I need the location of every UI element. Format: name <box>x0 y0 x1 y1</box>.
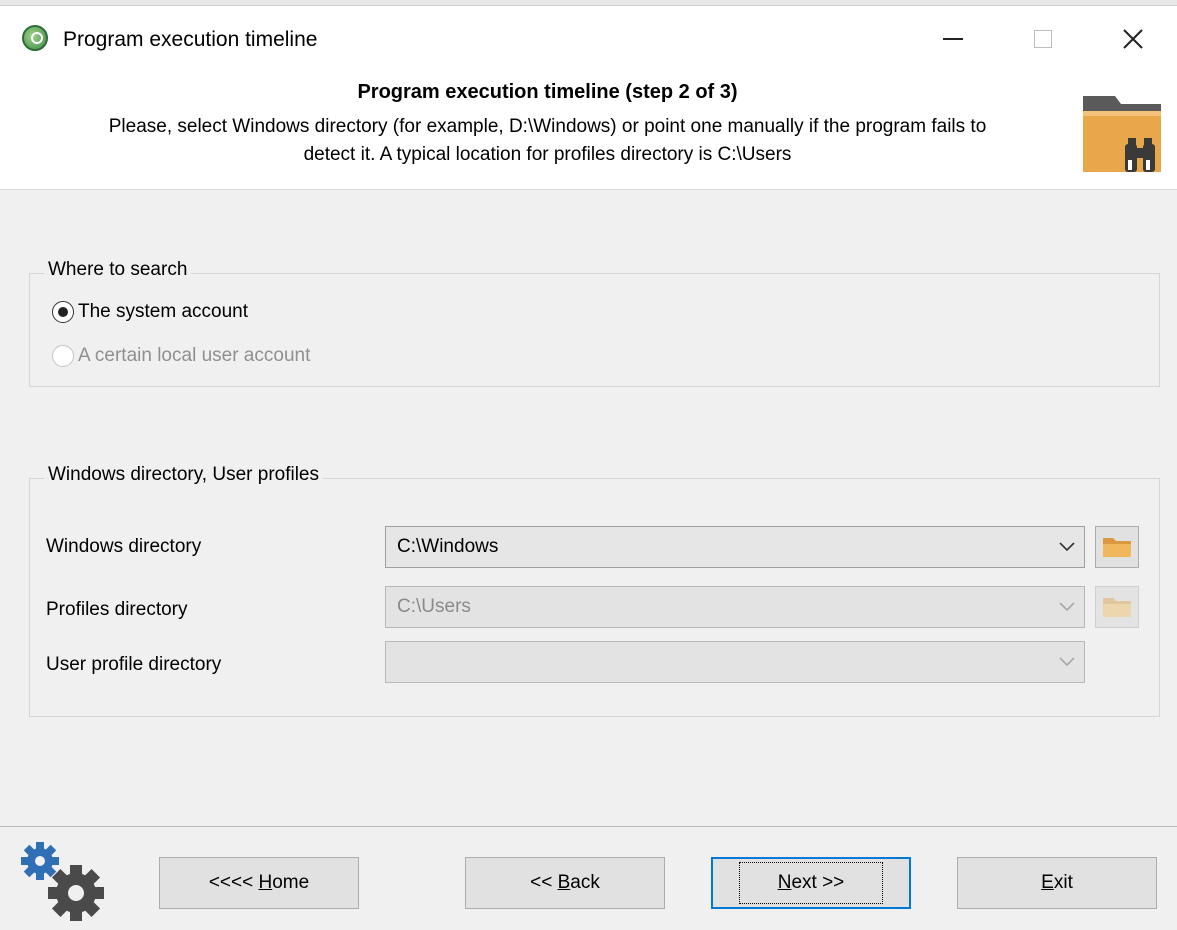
windows-directory-combo[interactable]: C:\Windows <box>385 526 1085 568</box>
windows-directory-label: Windows directory <box>46 536 202 557</box>
minimize-button[interactable] <box>918 14 988 64</box>
user-profile-directory-label: User profile directory <box>46 654 222 675</box>
folder-icon <box>1103 538 1131 557</box>
profiles-directory-browse-button[interactable] <box>1095 586 1139 628</box>
close-button[interactable] <box>1098 14 1168 64</box>
chevron-down-icon[interactable] <box>1050 527 1084 567</box>
maximize-icon <box>1034 30 1052 48</box>
user-profile-directory-combo[interactable] <box>385 641 1085 683</box>
back-button-label: << Back <box>530 872 600 893</box>
exit-button-label: Exit <box>1041 872 1073 893</box>
chevron-down-icon[interactable] <box>1050 587 1084 627</box>
step-description: Please, select Windows directory (for ex… <box>20 113 1075 169</box>
minimize-icon <box>943 38 963 40</box>
gears-icon <box>21 842 104 921</box>
step-description-line-2: detect it. A typical location for profil… <box>303 144 792 165</box>
profiles-directory-combo[interactable]: C:\Users <box>385 586 1085 628</box>
close-icon <box>1123 29 1143 49</box>
radio-system-account[interactable]: The system account <box>52 301 248 323</box>
radio-checked-icon[interactable] <box>52 301 74 323</box>
title-bar[interactable]: Program execution timeline <box>0 6 1177 70</box>
wizard-body: Where to search The system account A cer… <box>0 190 1177 826</box>
where-to-search-group: Where to search <box>29 259 1160 387</box>
wizard-footer: <<<< Home << Back Next >> Exit <box>0 827 1177 930</box>
home-button-label: <<<< Home <box>208 872 310 893</box>
step-title: Program execution timeline (step 2 of 3) <box>357 81 738 103</box>
radio-local-user-account[interactable]: A certain local user account <box>52 345 310 367</box>
exit-button[interactable]: Exit <box>957 857 1157 909</box>
folder-icon <box>1103 598 1131 617</box>
step-description-line-1: Please, select Windows directory (for ex… <box>108 116 987 137</box>
window-title: Program execution timeline <box>63 28 318 51</box>
next-button-label: Next >> <box>738 862 884 904</box>
home-button[interactable]: <<<< Home <box>159 857 359 909</box>
folder-binoculars-icon <box>1083 96 1161 172</box>
wizard-header: Program execution timeline (step 2 of 3)… <box>0 70 1177 190</box>
combo-value: C:\Users <box>397 596 471 617</box>
chevron-down-icon[interactable] <box>1050 642 1084 682</box>
group-legend: Where to search <box>44 259 192 281</box>
profiles-directory-label: Profiles directory <box>46 599 188 620</box>
back-button[interactable]: << Back <box>465 857 665 909</box>
app-icon <box>22 25 48 51</box>
windows-directory-browse-button[interactable] <box>1095 526 1139 568</box>
maximize-button[interactable] <box>1008 14 1078 64</box>
radio-label: A certain local user account <box>78 345 311 366</box>
radio-unchecked-icon[interactable] <box>52 345 74 367</box>
next-button[interactable]: Next >> <box>711 857 911 909</box>
group-legend: Windows directory, User profiles <box>44 464 324 486</box>
radio-label: The system account <box>78 301 249 322</box>
combo-value: C:\Windows <box>397 536 499 557</box>
